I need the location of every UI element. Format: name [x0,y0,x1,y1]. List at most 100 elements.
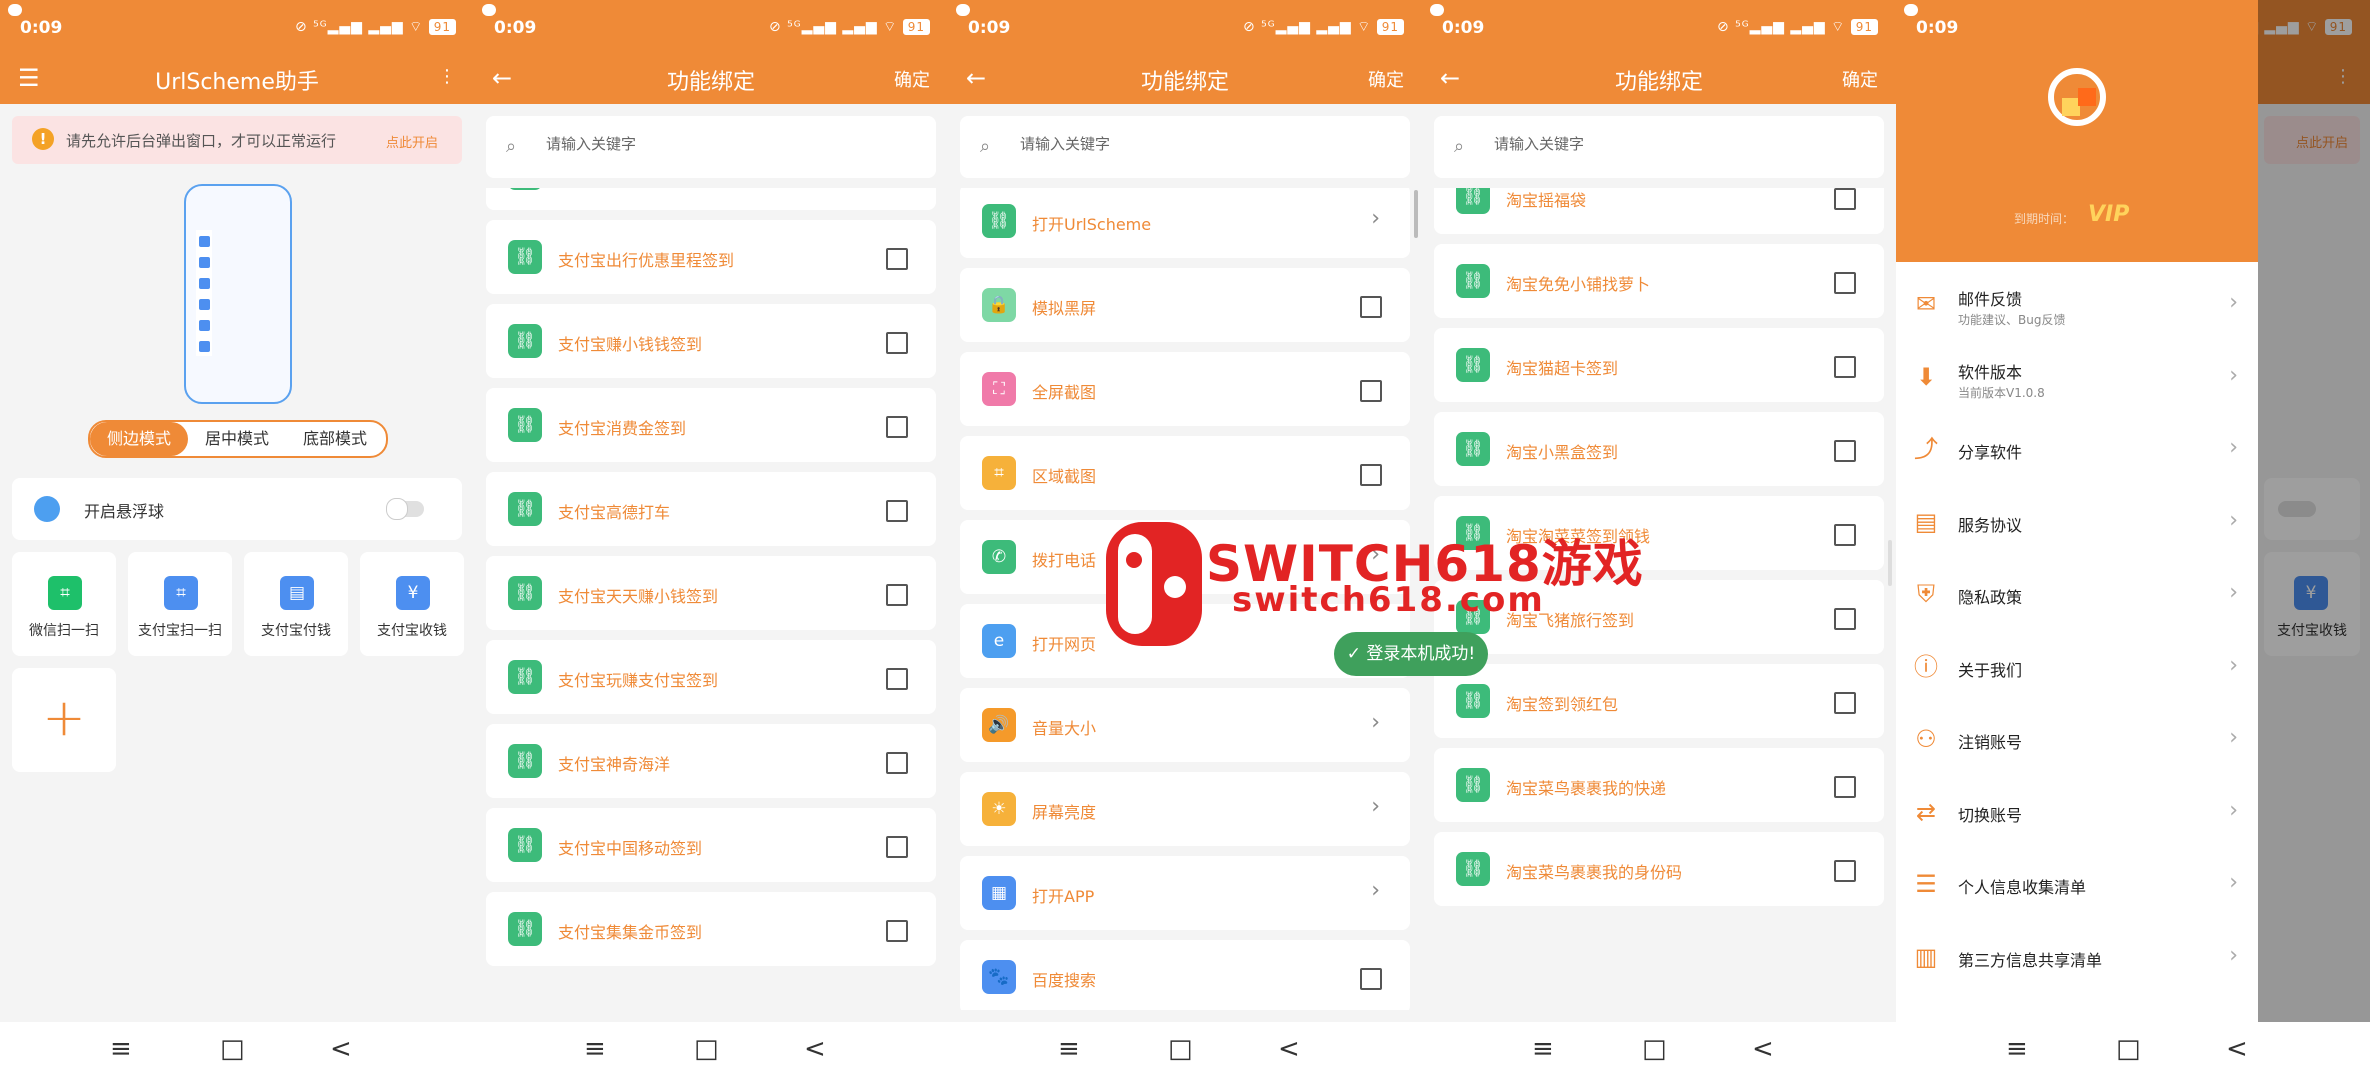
quick-alipay-scan[interactable]: ⌗ 支付宝扫一扫 [128,552,232,656]
item-checkbox[interactable] [886,920,908,942]
quick-alipay-receive[interactable]: ¥ 支付宝收钱 [360,552,464,656]
confirm-button[interactable]: 确定 [894,66,930,92]
enable-permission-link[interactable]: 点此开启 [386,132,438,151]
back-icon[interactable]: < [1278,1034,1300,1064]
drawer-item-user-remove[interactable]: ⚇ 注销账号 › [1896,703,2258,775]
back-icon[interactable]: < [1752,1034,1774,1064]
recent-apps-icon[interactable]: ≡ [110,1034,132,1064]
quick-wechat-scan[interactable]: ⌗ 微信扫一扫 [12,552,116,656]
mode-side[interactable]: 侧边模式 [90,422,188,456]
list-item-paw[interactable]: 🐾 百度搜索 [960,940,1410,1010]
recent-apps-icon[interactable]: ≡ [584,1034,606,1064]
quick-alipay-pay[interactable]: ▤ 支付宝付钱 [244,552,348,656]
item-checkbox[interactable] [1834,188,1856,210]
item-checkbox[interactable] [1360,380,1382,402]
drawer-item-mail[interactable]: ✉ 邮件反馈 功能建议、Bug反馈 › [1896,268,2258,340]
login-success-toast: ✓ 登录本机成功! [1334,632,1488,676]
recent-apps-icon[interactable]: ≡ [2006,1034,2028,1064]
scrollbar[interactable] [1414,190,1418,238]
list-item-link[interactable]: ⛓ 打开UrlScheme › [960,188,1410,258]
item-checkbox[interactable] [1834,860,1856,882]
home-icon[interactable]: □ [2116,1034,2141,1064]
item-label: 区域截图 [1032,467,1097,486]
search-icon: ⌕ [506,136,517,157]
search-input[interactable] [544,134,888,154]
recent-apps-icon[interactable]: ≡ [1058,1034,1080,1064]
list-item[interactable]: ⛓ 支付宝出行优惠里程签到 [486,220,936,294]
list-item[interactable]: ⛓ 淘宝签到领红包 [1434,664,1884,738]
list-item[interactable]: ⛓ 支付宝高德打车 [486,472,936,546]
item-checkbox[interactable] [1360,464,1382,486]
item-checkbox[interactable] [1360,296,1382,318]
app-bar: ← 功能绑定 确定 [948,58,1422,104]
add-shortcut-button[interactable]: + [12,668,116,772]
list-item[interactable]: ⛓ 支付宝天天赚小钱签到 [486,556,936,630]
item-checkbox[interactable] [886,332,908,354]
drawer-item-shield[interactable]: ⛨ 隐私政策 › [1896,558,2258,630]
list-item-crop[interactable]: ⌗ 区域截图 [960,436,1410,510]
list-item[interactable]: ⛓ 支付宝神奇海洋 [486,724,936,798]
floating-ball-toggle[interactable] [386,498,424,520]
scrollbar[interactable] [1888,540,1892,586]
item-checkbox[interactable] [1834,776,1856,798]
item-checkbox[interactable] [1834,440,1856,462]
list-item[interactable]: ⛓ 淘宝摇福袋 [1434,188,1884,234]
quick-label: 微信扫一扫 [29,623,99,639]
item-checkbox[interactable] [886,248,908,270]
search-input[interactable] [1018,134,1362,154]
back-icon[interactable]: < [804,1034,826,1064]
back-icon[interactable]: < [330,1034,352,1064]
item-checkbox[interactable] [886,584,908,606]
home-icon[interactable]: □ [1642,1034,1667,1064]
item-label: 淘宝摇福袋 [1506,191,1587,210]
list-item-lock[interactable]: 🔒 模拟黑屏 [960,268,1410,342]
search-input[interactable] [1492,134,1836,154]
back-icon[interactable]: < [2226,1034,2248,1064]
item-checkbox[interactable] [886,416,908,438]
item-checkbox[interactable] [1834,524,1856,546]
list-item-fullscreen[interactable]: ⛶ 全屏截图 [960,352,1410,426]
drawer-item-clipboard[interactable]: ▥ 第三方信息共享清单 › [1896,921,2258,993]
list-item[interactable]: ⛓ 淘宝猫超卡签到 [1434,328,1884,402]
list-item[interactable]: ⛓支付宝转账 [486,188,936,210]
list-item[interactable]: ⛓ 淘宝菜鸟裹裹我的快递 [1434,748,1884,822]
drawer-item-download[interactable]: ⬇ 软件版本 当前版本V1.0.8 › [1896,341,2258,413]
list-item-brightness[interactable]: ☀ 屏幕亮度 › [960,772,1410,846]
home-icon[interactable]: □ [694,1034,719,1064]
item-label: 淘宝小黑盒签到 [1506,443,1619,462]
list-item[interactable]: ⛓ 支付宝赚小钱钱签到 [486,304,936,378]
preview-dot [199,299,210,310]
item-checkbox[interactable] [1360,968,1382,990]
mode-center[interactable]: 居中模式 [188,422,286,456]
confirm-button[interactable]: 确定 [1368,66,1404,92]
item-checkbox[interactable] [886,836,908,858]
drawer-item-agreement[interactable]: ▤ 服务协议 › [1896,486,2258,558]
drawer-item-switch-account[interactable]: ⇄ 切换账号 › [1896,776,2258,848]
item-checkbox[interactable] [1834,272,1856,294]
list-item-volume[interactable]: 🔊 音量大小 › [960,688,1410,762]
more-options-icon[interactable]: ⋮ [438,66,456,87]
list-item[interactable]: ⛓ 淘宝免免小铺找萝卜 [1434,244,1884,318]
list-item-apps[interactable]: ▦ 打开APP › [960,856,1410,930]
item-checkbox[interactable] [1834,356,1856,378]
item-checkbox[interactable] [1834,692,1856,714]
item-checkbox[interactable] [886,752,908,774]
list-item[interactable]: ⛓ 淘宝小黑盒签到 [1434,412,1884,486]
list-item[interactable]: ⛓ 支付宝消费金签到 [486,388,936,462]
list-item[interactable]: ⛓ 支付宝中国移动签到 [486,808,936,882]
confirm-button[interactable]: 确定 [1842,66,1878,92]
list-item[interactable]: ⛓ 淘宝菜鸟裹裹我的身份码 [1434,832,1884,906]
list-item[interactable]: ⛓ 支付宝集集金币签到 [486,892,936,966]
mode-bottom[interactable]: 底部模式 [286,422,384,456]
item-checkbox[interactable] [1834,608,1856,630]
recent-apps-icon[interactable]: ≡ [1532,1034,1554,1064]
item-checkbox[interactable] [886,500,908,522]
drawer-item-list[interactable]: ☰ 个人信息收集清单 › [1896,848,2258,920]
item-checkbox[interactable] [886,668,908,690]
list-item[interactable]: ⛓ 支付宝玩赚支付宝签到 [486,640,936,714]
drawer-item-subtitle: 功能建议、Bug反馈 [1958,313,2066,327]
home-icon[interactable]: □ [1168,1034,1193,1064]
drawer-item-info[interactable]: ⓘ 关于我们 › [1896,631,2258,703]
home-icon[interactable]: □ [220,1034,245,1064]
drawer-item-share[interactable]: ⤴ 分享软件 › [1896,413,2258,485]
